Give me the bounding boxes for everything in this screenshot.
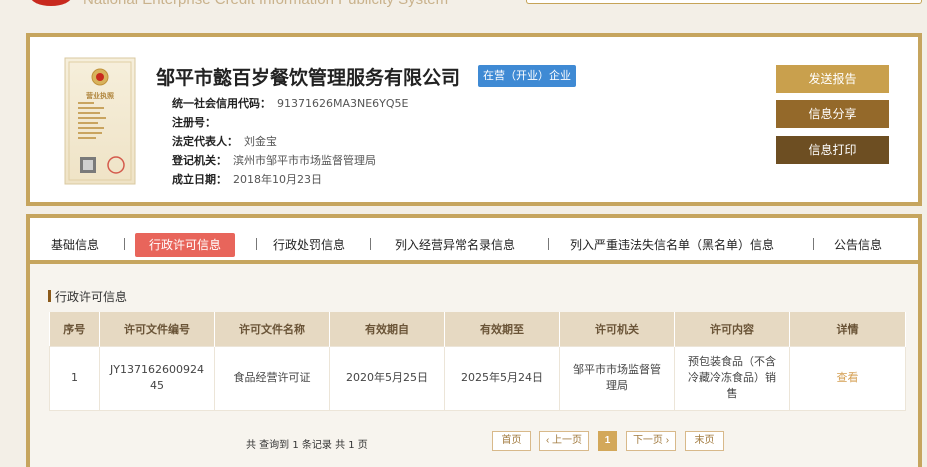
table-cell: 1 [49,345,100,411]
column-header: 许可文件名称 [214,312,330,346]
info-value: 2018年10月23日 [233,173,322,186]
tab-separator [256,238,257,250]
tab-separator [548,238,549,250]
info-row-legal-rep: 法定代表人： 刘金宝 [172,133,277,149]
column-header: 有效期至 [444,312,560,346]
emblem-icon [30,0,72,6]
info-label: 法定代表人： [172,135,238,148]
tab-separator [124,238,125,250]
column-header: 有效期自 [329,312,445,346]
search-input[interactable] [526,0,922,4]
info-row-founded: 成立日期： 2018年10月23日 [172,171,322,187]
system-title: National Enterprise Credit Information P… [83,0,448,8]
tab-blacklist[interactable]: 列入严重违法失信名单（黑名单）信息 [570,233,774,257]
table-cell: 2020年5月25日 [329,345,445,411]
info-label: 登记机关： [172,154,227,167]
table-cell: 预包装食品（不含冷藏冷冻食品）销售 [674,345,790,411]
info-label: 统一社会信用代码： [172,97,271,110]
details-panel: 基础信息 行政许可信息 行政处罚信息 列入经营异常名录信息 列入严重违法失信名单… [26,214,922,467]
info-row-reg-no: 注册号： [172,114,222,130]
table-cell: 邹平市市场监督管理局 [559,345,675,411]
tab-abnormal-list[interactable]: 列入经营异常名录信息 [395,233,515,257]
pagination-summary: 共 查询到 1 条记录 共 1 页 [246,440,368,451]
company-name: 邹平市懿百岁餐饮管理服务有限公司 [156,67,461,89]
info-label: 成立日期： [172,173,227,186]
first-page-button[interactable]: 首页 [492,431,531,451]
info-row-credit-code: 统一社会信用代码： 91371626MA3NE6YQ5E [172,95,409,111]
column-header: 序号 [49,312,100,346]
table-cell: 食品经营许可证 [214,345,330,411]
section-title-text: 行政许可信息 [55,290,128,304]
prev-page-button[interactable]: ‹ 上一页 [539,431,589,451]
info-value: 刘金宝 [244,135,277,148]
license-image-title: 营业执照 [86,92,114,100]
tab-separator [813,238,814,250]
current-page-button[interactable]: 1 [598,431,617,451]
table-cell: 2025年5月24日 [444,345,560,411]
info-row-authority: 登记机关： 滨州市邹平市市场监督管理局 [172,152,376,168]
table-cell: JY13716260092445 [99,345,215,411]
last-page-button[interactable]: 末页 [685,431,724,451]
top-header: National Enterprise Credit Information P… [0,0,927,12]
send-report-button[interactable]: 发送报告 [776,65,889,93]
share-info-button[interactable]: 信息分享 [776,100,889,128]
tab-announcements[interactable]: 公告信息 [834,233,882,257]
tab-basic-info[interactable]: 基础信息 [51,233,99,257]
section-marker [48,290,51,302]
column-header: 许可文件编号 [99,312,215,346]
business-license-icon[interactable] [64,57,136,185]
tab-bar: 基础信息 行政许可信息 行政处罚信息 列入经营异常名录信息 列入严重违法失信名单… [30,218,918,264]
status-badge: 在营（开业）企业 [478,65,576,87]
table-header-row: 序号 许可文件编号 许可文件名称 有效期自 有效期至 许可机关 许可内容 详情 [49,312,906,346]
tab-separator [370,238,371,250]
next-page-button[interactable]: 下一页 › [626,431,676,451]
column-header: 许可内容 [674,312,790,346]
column-header: 许可机关 [559,312,675,346]
tab-admin-license[interactable]: 行政许可信息 [135,233,236,257]
license-table: 序号 许可文件编号 许可文件名称 有效期自 有效期至 许可机关 许可内容 详情 … [49,312,906,411]
print-info-button[interactable]: 信息打印 [776,136,889,164]
info-label: 注册号： [172,116,216,129]
tab-admin-penalty[interactable]: 行政处罚信息 [273,233,345,257]
column-header: 详情 [789,312,906,346]
info-value: 91371626MA3NE6YQ5E [277,97,409,110]
view-details-link[interactable]: 查看 [789,345,906,411]
company-card: 营业执照 邹平市懿百岁餐饮管理服务有限公司 在营（开业）企业 统一社会信用代码：… [26,33,922,206]
section-title: 行政许可信息 [48,288,127,305]
table-row: 1 JY13716260092445 食品经营许可证 2020年5月25日 20… [49,345,906,411]
info-value: 滨州市邹平市市场监督管理局 [233,154,376,167]
